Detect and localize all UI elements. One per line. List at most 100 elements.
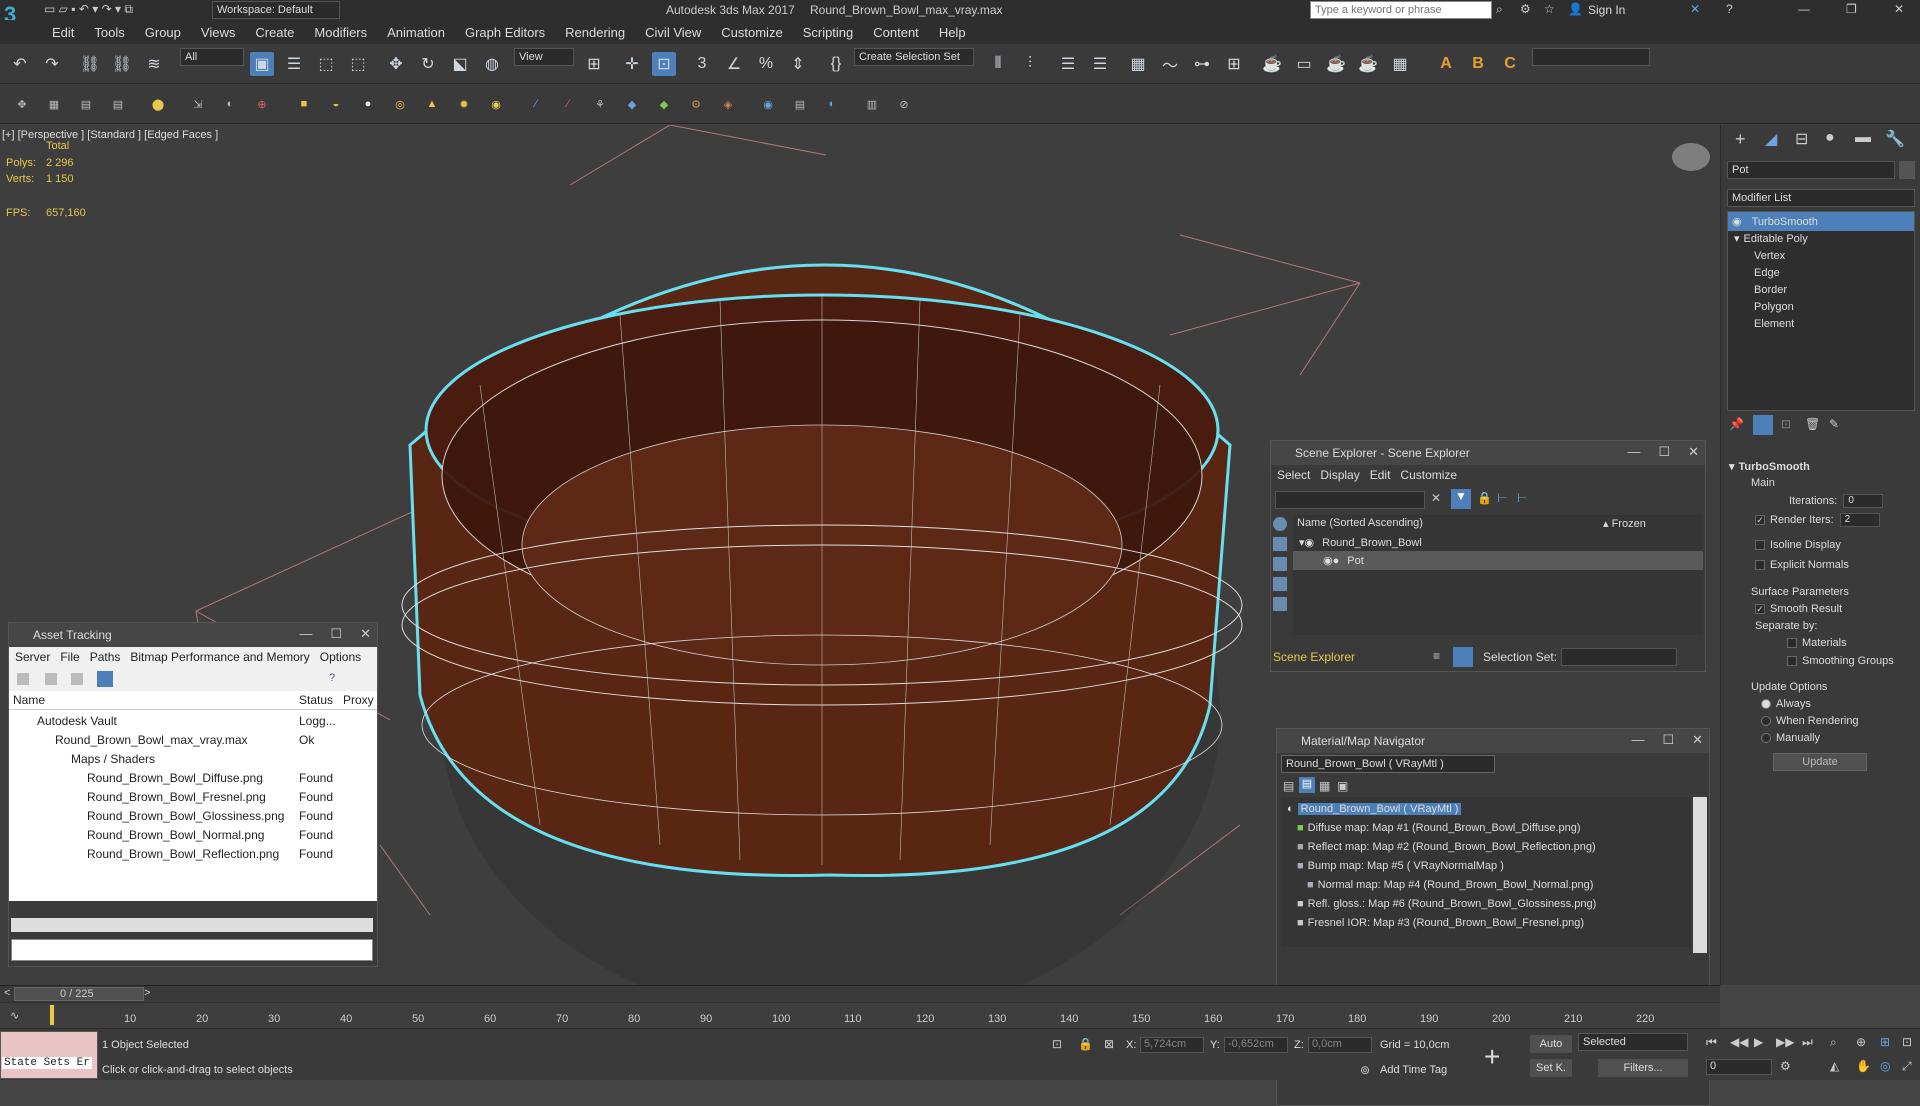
extra-dropdown[interactable] [1532,48,1650,66]
menu-options[interactable]: Options [320,650,361,664]
menu-paths[interactable]: Paths [90,650,121,664]
menu-server[interactable]: Server [15,650,50,664]
time-tag-icon[interactable]: ⊚ [1360,1063,1370,1077]
update-button[interactable]: Update [1773,753,1867,771]
tool-icon-15[interactable]: ◈ [720,96,736,112]
auto-key-button[interactable]: Auto [1530,1035,1572,1053]
tool-icon-1[interactable]: ✥ [14,96,30,112]
table-row[interactable]: Round_Brown_Bowl_Fresnel.png Found [9,787,377,806]
scene-explorer-name[interactable]: Scene Explorer [1273,650,1355,664]
view-list-icons-icon[interactable]: ▤ [1299,777,1315,793]
table-row[interactable]: Maps / Shaders [9,749,377,768]
maximize-viewport-icon[interactable]: ⤢ [1902,1059,1912,1074]
link-icon[interactable]: ⛓ [78,52,102,76]
track-bar[interactable]: ∿ 10 20 30 40 50 60 70 80 90 100 110 120 130 140 150 16… [0,1002,1720,1028]
tool-icon-12[interactable]: ◆ [624,96,640,112]
zoom-icon[interactable]: ⌕ [1830,1035,1837,1050]
asset-tool-icon[interactable] [97,671,113,687]
rect-selection-icon[interactable]: ⬚ [314,52,338,76]
tool-icon-6[interactable]: ⇲ [190,96,206,112]
stack-element[interactable]: Element [1728,314,1914,333]
material-tree-item[interactable]: ■ Refl. gloss.: Map #6 (Round_Brown_Bowl_… [1281,894,1691,913]
scale-icon[interactable]: ⬕ [448,52,472,76]
clear-icon[interactable]: ✕ [1431,491,1441,505]
close-icon[interactable]: ✕ [360,626,371,642]
menu-edit[interactable]: Edit [42,25,84,40]
mirror-icon[interactable]: ⫴ [986,52,1010,76]
pin-stack-icon[interactable]: 📌 [1729,417,1744,431]
schematic-view-icon[interactable]: ⊶ [1190,52,1214,76]
viewport-label[interactable]: [+] [Perspective ] [Standard ] [Edged Fa… [2,129,218,141]
col-status[interactable]: Status [299,693,343,707]
subscription-icon[interactable]: ⚙ [1520,2,1531,16]
table-row[interactable]: Round_Brown_Bowl_Reflection.png Found [9,844,377,863]
menu-animation[interactable]: Animation [377,25,455,40]
vray-b-icon[interactable]: B [1466,52,1490,76]
menu-create[interactable]: Create [245,25,304,40]
create-selection-set-dropdown[interactable]: Create Selection Set [854,48,974,66]
asset-help-icon[interactable]: ? [329,672,335,684]
menu-file[interactable]: File [60,650,79,664]
prev-frame-icon[interactable]: < [4,987,10,999]
minimize-icon[interactable]: — [1631,732,1644,748]
material-tree-item[interactable]: ■ Bump map: Map #5 ( VRayNormalMap ) [1281,856,1691,875]
help-icon[interactable]: ? [1726,2,1733,16]
user-icon[interactable]: 👤 [1568,2,1583,16]
menu-edit[interactable]: Edit [1370,468,1391,482]
col-name[interactable]: Name [9,693,299,707]
tool-icon-7[interactable]: ◐ [222,96,238,112]
exchange-icon[interactable]: ✕ [1690,2,1700,16]
angle-snap-icon[interactable]: ∠ [722,52,746,76]
minimize-icon[interactable]: — [299,626,312,642]
add-time-tag[interactable]: Add Time Tag [1380,1064,1447,1076]
layers-icon[interactable]: ≡ [1433,649,1440,663]
maximize-icon[interactable]: ☐ [1658,444,1670,460]
restore-icon[interactable]: ❐ [1846,2,1857,16]
material-tree-item[interactable]: ■ Fresnel IOR: Map #3 (Round_Brown_Bowl_F… [1281,913,1691,932]
tool-icon-9[interactable]: ⁄ [528,96,544,112]
material-tree-item[interactable]: ■ Diffuse map: Map #1 (Round_Brown_Bowl_D… [1281,818,1691,837]
move-icon[interactable]: ✥ [384,52,408,76]
next-key-icon[interactable]: ▶▶ [1776,1035,1794,1049]
scene-explorer-icon[interactable]: ▦ [1126,52,1150,76]
vray-a-icon[interactable]: A [1434,52,1458,76]
go-to-start-icon[interactable]: ⏮ [1706,1035,1717,1050]
menu-civil-view[interactable]: Civil View [635,25,711,40]
tool-icon-17[interactable]: ▤ [792,96,808,112]
vertical-scrollbar[interactable] [1693,797,1707,953]
tool-icon-19[interactable]: ▥ [864,96,880,112]
sign-in-link[interactable]: Sign In [1588,3,1625,17]
prev-key-icon[interactable]: ◀◀ [1730,1035,1748,1049]
asset-path-field[interactable] [11,939,373,961]
x-coord-field[interactable]: 5,724cm [1140,1037,1204,1053]
snaps-toggle-icon[interactable]: 3 [690,52,714,76]
table-row[interactable]: Round_Brown_Bowl_Normal.png Found [9,825,377,844]
visibility-icon[interactable]: ◉● [1293,554,1339,567]
zoom-all-icon[interactable]: ⊕ [1856,1035,1866,1049]
material-tree-root[interactable]: ◐ Round_Brown_Bowl ( VRayMtl ) [1281,799,1691,818]
menu-display[interactable]: Display [1320,468,1359,482]
time-slider[interactable]: < 0 / 225 > [0,985,1720,1002]
pan-icon[interactable]: ✋ [1856,1059,1871,1073]
menu-select[interactable]: Select [1277,468,1310,482]
menu-modifiers[interactable]: Modifiers [304,25,377,40]
light-icon[interactable]: ✹ [456,96,472,112]
tree-item-round-brown-bowl[interactable]: ▾◉ Round_Brown_Bowl [1293,533,1703,552]
menu-views[interactable]: Views [191,25,245,40]
utilities-tab-icon[interactable]: 🔧 [1885,129,1905,149]
materials-checkbox[interactable] [1787,638,1797,648]
object-name-field[interactable]: Pot [1727,161,1895,179]
key-filter-dropdown[interactable]: Selected [1578,1033,1688,1051]
table-row[interactable]: Round_Brown_Bowl_Glossiness.png Found [9,806,377,825]
table-row[interactable]: Round_Brown_Bowl_Diffuse.png Found [9,768,377,787]
always-radio[interactable] [1761,699,1771,709]
tool-icon-13[interactable]: ◆ [656,96,672,112]
display-helpers-icon[interactable] [1273,597,1287,611]
display-lights-icon[interactable] [1273,557,1287,571]
select-object-icon[interactable]: ▣ [250,52,274,76]
z-coord-field[interactable]: 0,0cm [1308,1037,1372,1053]
minimize-icon[interactable]: — [1627,444,1640,460]
asset-tool-icon[interactable] [71,673,83,685]
zoom-extents-all-icon[interactable]: ⊡ [1902,1035,1912,1049]
maximize-icon[interactable]: ☐ [1662,732,1674,748]
